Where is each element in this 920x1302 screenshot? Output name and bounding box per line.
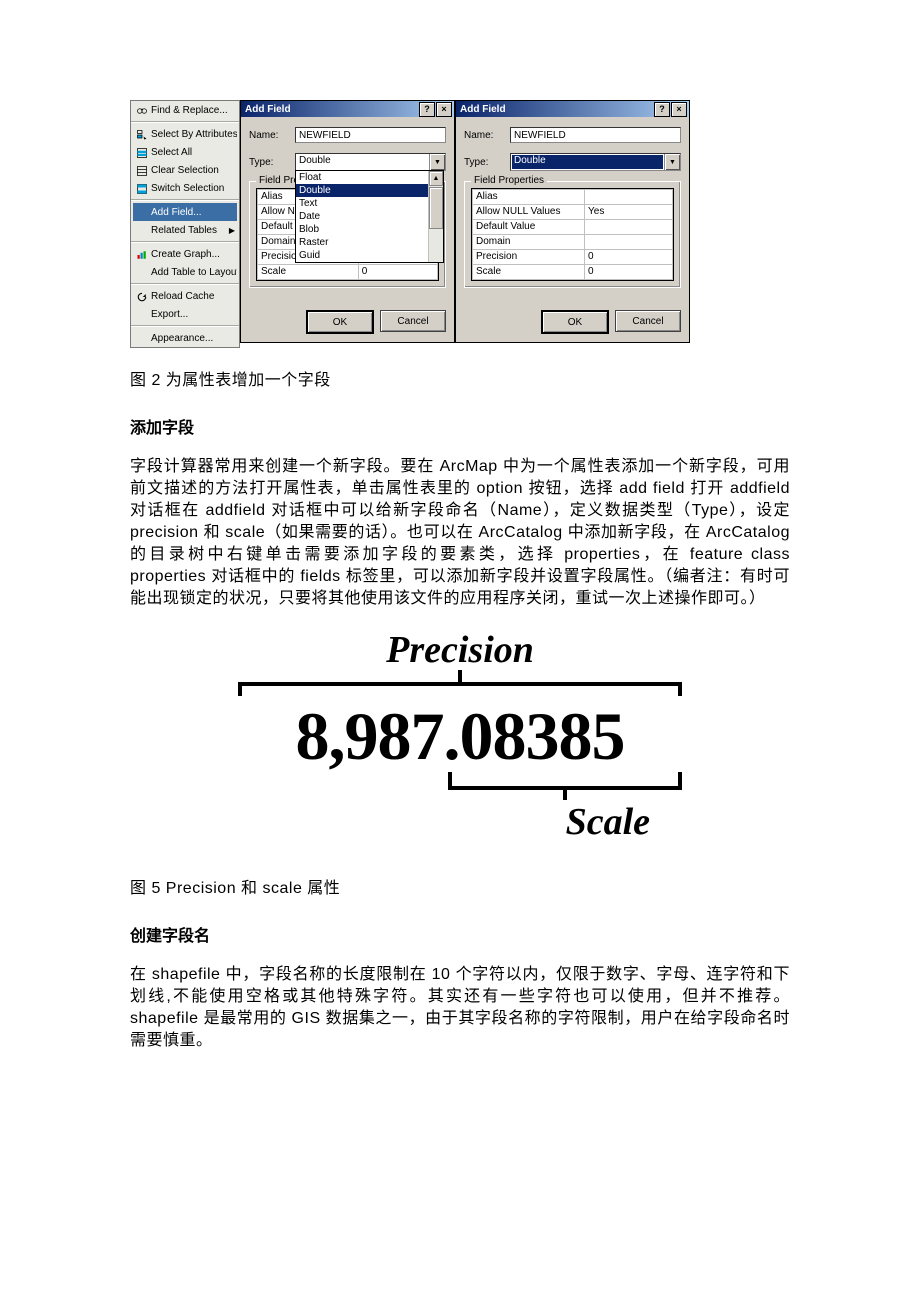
type-label: Type: [464,157,510,168]
context-menu: Find & Replace... Select By Attributes..… [130,100,240,348]
refresh-icon [133,291,151,303]
type-option[interactable]: Raster [296,236,443,249]
scroll-up-icon[interactable]: ▲ [429,171,443,186]
type-option[interactable]: Guid [296,249,443,262]
ok-button[interactable]: OK [541,310,609,334]
add-field-dialog-right: Add Field ? × Name: NEWFIELD Type: Doubl… [455,100,690,343]
figure-caption-5: 图 5 Precision 和 scale 属性 [130,874,790,898]
table-row: Scale0 [473,265,673,280]
dialog-title: Add Field [243,104,418,115]
type-select-value: Double [512,155,663,169]
type-select[interactable]: Double ▼ Float Double Text Date Blob Ras… [295,153,446,171]
type-option[interactable]: Blob [296,223,443,236]
close-button[interactable]: × [436,102,452,117]
menu-create-graph[interactable]: Create Graph... [131,245,239,263]
figure-caption-2: 图 2 为属性表增加一个字段 [130,366,790,390]
menu-switch-selection-label: Switch Selection [151,183,237,194]
dropdown-arrow-icon[interactable]: ▼ [664,154,680,170]
close-button[interactable]: × [671,102,687,117]
help-button[interactable]: ? [419,102,435,117]
menu-find-replace-label: Find & Replace... [151,105,237,116]
scale-bracket-bottom [448,772,682,800]
submenu-arrow-icon: ▶ [227,226,237,235]
menu-export[interactable]: Export... [131,305,239,323]
menu-create-graph-label: Create Graph... [151,249,237,260]
table-row: Default Value [473,220,673,235]
menu-related-tables[interactable]: Related Tables ▶ [131,221,239,239]
menu-find-replace[interactable]: Find & Replace... [131,101,239,119]
menu-clear-selection[interactable]: Clear Selection [131,161,239,179]
switch-selection-icon [133,183,151,195]
select-all-icon [133,147,151,159]
menu-export-label: Export... [151,309,237,320]
precision-label: Precision [230,628,690,672]
type-select-value: Double [296,154,429,170]
type-option[interactable]: Double [296,184,443,197]
menu-reload-cache[interactable]: Reload Cache [131,287,239,305]
binoculars-icon [133,105,151,117]
menu-add-field[interactable]: Add Field... [133,203,237,221]
clear-selection-icon [133,165,151,177]
precision-bracket-top [238,672,682,700]
scrollbar[interactable]: ▲ [428,171,443,262]
titlebar[interactable]: Add Field ? × [456,101,689,117]
field-properties-group: Field Properties Alias Allow NULL Values… [464,181,681,288]
type-option[interactable]: Date [296,210,443,223]
table-row: Scale0 [258,265,438,280]
menu-add-table-to-layout-label: Add Table to Layout [151,267,237,278]
cancel-button[interactable]: Cancel [615,310,681,332]
heading-add-field: 添加字段 [130,414,790,438]
type-dropdown-list: Float Double Text Date Blob Raster Guid … [295,170,444,263]
menu-appearance-label: Appearance... [151,333,237,344]
cancel-button[interactable]: Cancel [380,310,446,332]
titlebar[interactable]: Add Field ? × [241,101,454,117]
type-option[interactable]: Float [296,171,443,184]
paragraph-create-fieldname: 在 shapefile 中，字段名称的长度限制在 10 个字符以内，仅限于数字、… [130,964,790,1052]
group-legend: Field Properties [471,175,547,186]
precision-scale-figure: Precision 8,987.08385 Scale [230,628,690,844]
menu-add-field-label: Add Field... [151,207,235,218]
menu-select-by-attributes-label: Select By Attributes... [151,129,237,140]
type-label: Type: [249,157,295,168]
menu-add-table-to-layout[interactable]: Add Table to Layout [131,263,239,281]
menu-related-tables-label: Related Tables [151,225,227,236]
name-input[interactable]: NEWFIELD [295,127,446,143]
ok-button[interactable]: OK [306,310,374,334]
dialog-title: Add Field [458,104,653,115]
name-label: Name: [464,130,510,141]
menu-select-all[interactable]: Select All [131,143,239,161]
table-row: Domain [473,235,673,250]
menu-select-all-label: Select All [151,147,237,158]
name-label: Name: [249,130,295,141]
create-graph-icon [133,249,151,261]
menu-select-by-attributes[interactable]: Select By Attributes... [131,125,239,143]
help-button[interactable]: ? [654,102,670,117]
select-by-attributes-icon [133,129,151,141]
dropdown-arrow-icon[interactable]: ▼ [429,154,445,170]
menu-clear-selection-label: Clear Selection [151,165,237,176]
scroll-thumb[interactable] [429,187,443,229]
menu-appearance[interactable]: Appearance... [131,329,239,347]
add-field-dialog-left: Add Field ? × Name: NEWFIELD Type: Doubl… [240,100,455,343]
sample-number: 8,987.08385 [230,702,690,770]
type-select[interactable]: Double ▼ [510,153,681,171]
menu-switch-selection[interactable]: Switch Selection [131,179,239,197]
table-row: Alias [473,190,673,205]
field-properties-table: Alias Allow NULL ValuesYes Default Value… [472,189,673,280]
name-input[interactable]: NEWFIELD [510,127,681,143]
menu-reload-cache-label: Reload Cache [151,291,237,302]
table-row: Allow NULL ValuesYes [473,205,673,220]
scale-label: Scale [230,800,690,844]
heading-create-fieldname: 创建字段名 [130,922,790,946]
type-option[interactable]: Text [296,197,443,210]
table-row: Precision0 [473,250,673,265]
paragraph-add-field: 字段计算器常用来创建一个新字段。要在 ArcMap 中为一个属性表添加一个新字段… [130,456,790,610]
